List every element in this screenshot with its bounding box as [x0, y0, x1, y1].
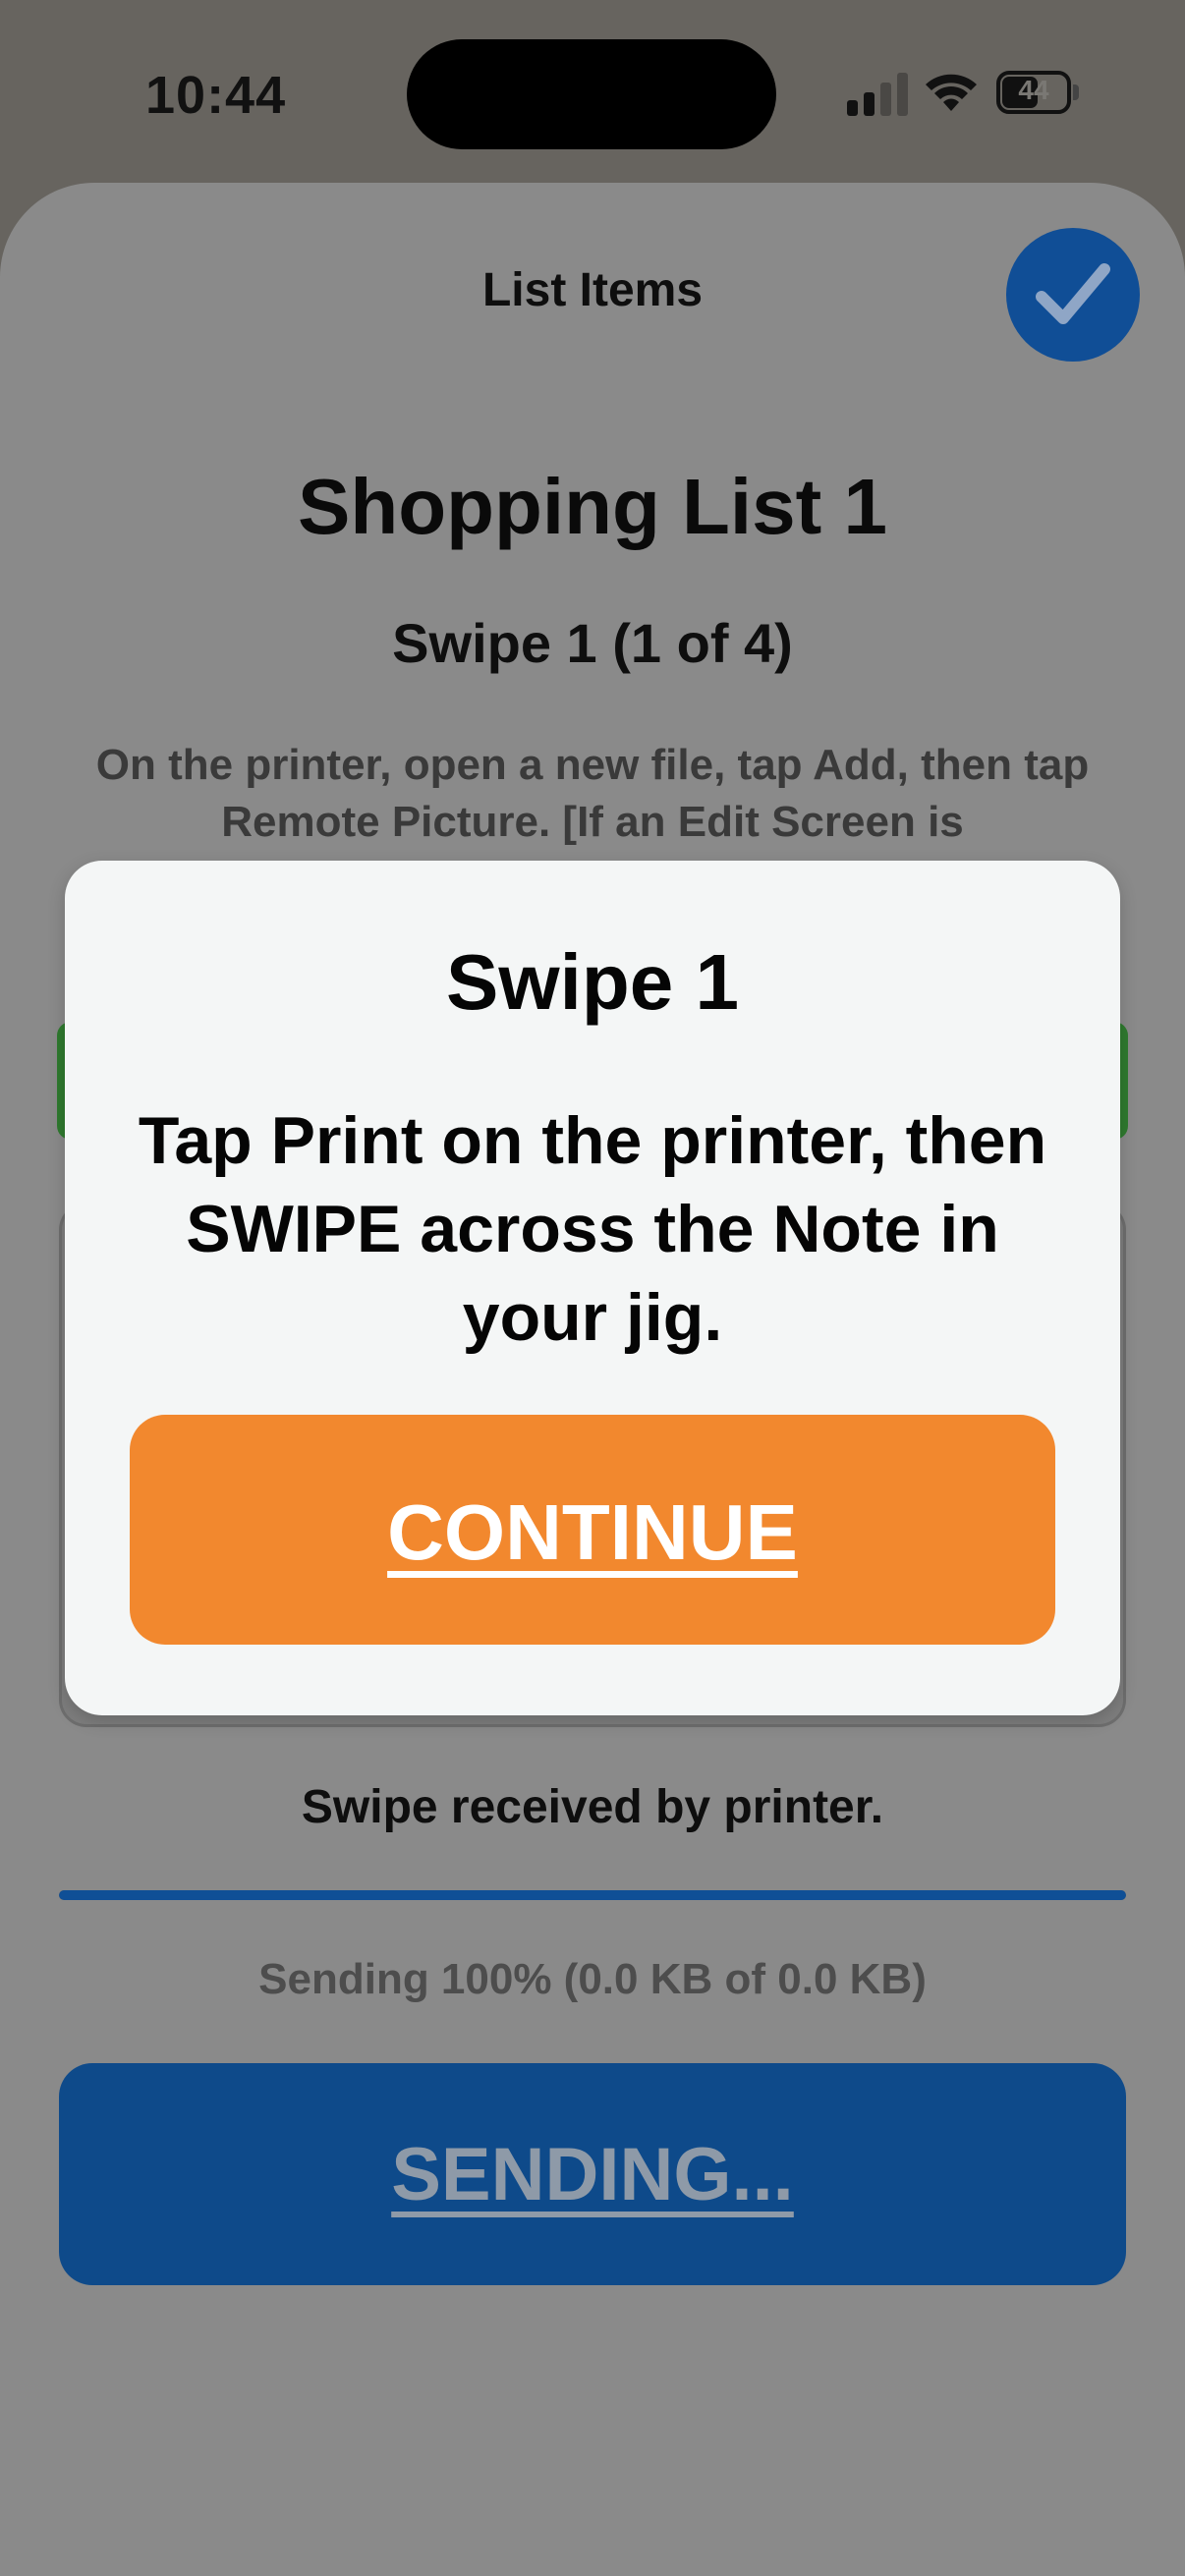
swipe-received-status: Swipe received by printer. [301, 1781, 884, 1833]
dynamic-island [407, 39, 776, 149]
dialog-title: Swipe 1 [446, 938, 739, 1026]
swipe-dialog: Swipe 1 Tap Print on the printer, then S… [65, 861, 1120, 1715]
sending-status-text: Sending 100% (0.0 KB of 0.0 KB) [258, 1955, 927, 2003]
list-title: Shopping List 1 [298, 463, 887, 550]
sending-button[interactable]: SENDING... [59, 2063, 1126, 2285]
printer-instructions: On the printer, open a new file, tap Add… [95, 741, 1090, 846]
send-progress-fill [59, 1890, 1126, 1900]
done-button[interactable] [1006, 228, 1140, 362]
battery-percent: 44 [1018, 75, 1049, 105]
cellular-signal-icon [847, 71, 908, 116]
swipe-progress-heading: Swipe 1 (1 of 4) [392, 612, 793, 674]
status-bar: 10:44 44 [0, 0, 1185, 177]
continue-button-label: CONTINUE [387, 1488, 798, 1576]
screen: 10:44 44 List Items Shopping List 1 Swip… [0, 0, 1185, 2576]
battery-icon: 44 [996, 71, 1079, 114]
status-time: 10:44 [145, 66, 287, 125]
send-progress-bar [59, 1890, 1126, 1900]
dialog-message: Tap Print on the printer, then SWIPE acr… [138, 1103, 1047, 1355]
continue-button[interactable]: CONTINUE [130, 1415, 1055, 1645]
sending-button-label: SENDING... [391, 2133, 794, 2216]
checkmark-icon [1036, 263, 1110, 324]
wifi-icon [922, 69, 981, 116]
